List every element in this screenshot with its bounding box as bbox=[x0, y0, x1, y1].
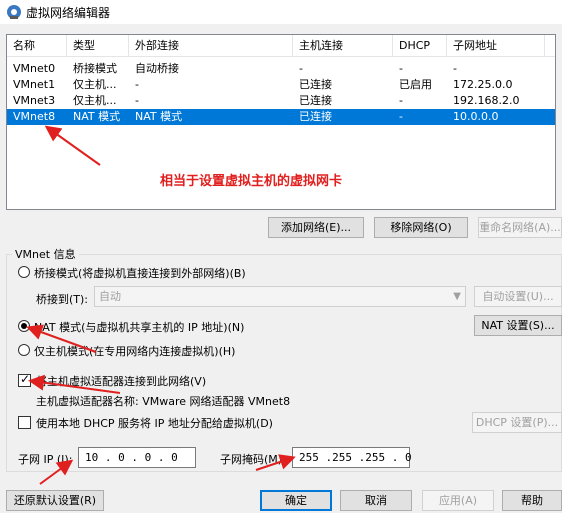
connect-adapter-label[interactable]: 将主机虚拟适配器连接到此网络(V) bbox=[36, 373, 206, 389]
cell-host: 已连接 bbox=[299, 94, 332, 107]
column-header-type[interactable]: 类型 bbox=[67, 35, 129, 57]
cell-type: NAT 模式 bbox=[73, 110, 121, 123]
subnet-mask-label: 子网掩码(M): bbox=[220, 453, 286, 466]
cell-host: - bbox=[299, 62, 303, 75]
table-header: 名称 类型 外部连接 主机连接 DHCP 子网地址 bbox=[7, 35, 555, 57]
apply-button[interactable]: 应用(A) bbox=[422, 490, 494, 511]
connect-adapter-checkbox[interactable] bbox=[18, 372, 31, 387]
cell-subnet: - bbox=[453, 62, 457, 75]
cell-host: 已连接 bbox=[299, 110, 332, 123]
annotation-text: 相当于设置虚拟主机的虚拟网卡 bbox=[160, 174, 343, 189]
cell-type: 仅主机... bbox=[73, 78, 117, 91]
nat-mode-radio[interactable] bbox=[18, 320, 30, 332]
host-only-radio[interactable] bbox=[18, 344, 30, 356]
cell-name: VMnet3 bbox=[13, 94, 56, 107]
use-dhcp-label[interactable]: 使用本地 DHCP 服务将 IP 地址分配给虚拟机(D) bbox=[36, 415, 273, 431]
column-header-subnet[interactable]: 子网地址 bbox=[447, 35, 545, 57]
cell-name: VMnet8 bbox=[13, 110, 56, 123]
cell-type: 桥接模式 bbox=[73, 62, 117, 75]
title-bar: 虚拟网络编辑器 bbox=[0, 0, 562, 24]
cell-dhcp: - bbox=[399, 110, 403, 123]
cancel-button[interactable]: 取消 bbox=[340, 490, 412, 511]
adapter-name-text: 主机虚拟适配器名称: VMware 网络适配器 VMnet8 bbox=[36, 395, 291, 408]
bridge-to-select[interactable]: 自动 ▼ bbox=[94, 286, 466, 307]
bridge-mode-radio[interactable] bbox=[18, 266, 30, 278]
help-button[interactable]: 帮助 bbox=[502, 490, 562, 511]
column-header-external[interactable]: 外部连接 bbox=[129, 35, 293, 57]
nat-settings-button[interactable]: NAT 设置(S)... bbox=[474, 315, 562, 336]
subnet-ip-label: 子网 IP (I): bbox=[18, 453, 73, 466]
restore-defaults-button[interactable]: 还原默认设置(R) bbox=[6, 490, 104, 511]
column-header-dhcp[interactable]: DHCP bbox=[393, 35, 447, 57]
cell-external: NAT 模式 bbox=[135, 110, 183, 123]
cell-subnet: 10.0.0.0 bbox=[453, 110, 499, 123]
cell-dhcp: - bbox=[399, 94, 403, 107]
dhcp-settings-button[interactable]: DHCP 设置(P)... bbox=[472, 412, 562, 433]
column-header-host[interactable]: 主机连接 bbox=[293, 35, 393, 57]
subnet-ip-input[interactable]: 10 . 0 . 0 . 0 bbox=[78, 447, 196, 468]
use-dhcp-checkbox[interactable] bbox=[18, 416, 31, 429]
window-title: 虚拟网络编辑器 bbox=[26, 6, 111, 20]
cell-subnet: 172.25.0.0 bbox=[453, 78, 513, 91]
group-title: VMnet 信息 bbox=[12, 246, 79, 262]
bridge-to-value: 自动 bbox=[99, 290, 121, 303]
cell-external: 自动桥接 bbox=[135, 62, 179, 75]
chevron-down-icon: ▼ bbox=[453, 291, 461, 302]
cell-external: - bbox=[135, 78, 139, 91]
host-only-label[interactable]: 仅主机模式(在专用网络内连接虚拟机)(H) bbox=[34, 343, 235, 359]
cell-name: VMnet0 bbox=[13, 62, 56, 75]
table-row[interactable]: VMnet0 桥接模式 自动桥接 - - - bbox=[7, 61, 555, 77]
auto-settings-button[interactable]: 自动设置(U)... bbox=[474, 286, 562, 307]
cell-name: VMnet1 bbox=[13, 78, 56, 91]
rename-network-button[interactable]: 重命名网络(A)... bbox=[478, 217, 562, 238]
bridge-to-label: 桥接到(T): bbox=[36, 293, 89, 306]
remove-network-button[interactable]: 移除网络(O) bbox=[374, 217, 468, 238]
table-row[interactable]: VMnet3 仅主机... - 已连接 - 192.168.2.0 bbox=[7, 93, 555, 109]
cell-subnet: 192.168.2.0 bbox=[453, 94, 520, 107]
network-icon bbox=[7, 5, 21, 19]
cell-dhcp: 已启用 bbox=[399, 78, 432, 91]
table-row-selected[interactable]: VMnet8 NAT 模式 NAT 模式 已连接 - 10.0.0.0 bbox=[7, 109, 555, 125]
cell-dhcp: - bbox=[399, 62, 403, 75]
cell-external: - bbox=[135, 94, 139, 107]
bridge-mode-label[interactable]: 桥接模式(将虚拟机直接连接到外部网络)(B) bbox=[34, 265, 246, 281]
table-row[interactable]: VMnet1 仅主机... - 已连接 已启用 172.25.0.0 bbox=[7, 77, 555, 93]
subnet-mask-input[interactable]: 255 .255 .255 . 0 bbox=[292, 447, 412, 468]
column-header-name[interactable]: 名称 bbox=[7, 35, 67, 57]
cell-type: 仅主机... bbox=[73, 94, 117, 107]
nat-mode-label[interactable]: NAT 模式(与虚拟机共享主机的 IP 地址)(N) bbox=[34, 319, 244, 335]
ok-button[interactable]: 确定 bbox=[260, 490, 332, 511]
cell-host: 已连接 bbox=[299, 78, 332, 91]
add-network-button[interactable]: 添加网络(E)... bbox=[268, 217, 364, 238]
